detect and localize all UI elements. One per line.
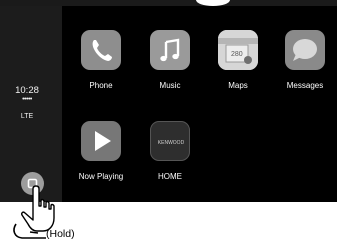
- app-label: Maps: [228, 81, 248, 90]
- maps-icon: 280: [218, 30, 258, 70]
- app-now-playing[interactable]: Now Playing: [67, 121, 135, 185]
- app-home[interactable]: KENWOOD HOME: [136, 121, 204, 185]
- app-phone[interactable]: Phone: [67, 30, 135, 94]
- now-playing-icon: [81, 121, 121, 161]
- kenwood-logo: KENWOOD: [158, 140, 185, 146]
- kenwood-home-icon: KENWOOD: [150, 121, 190, 161]
- app-label: Phone: [89, 81, 113, 90]
- app-maps[interactable]: 280 Maps: [204, 30, 272, 94]
- app-music[interactable]: Music: [136, 30, 204, 94]
- app-messages[interactable]: Messages: [271, 30, 337, 94]
- network-type: LTE: [20, 113, 34, 120]
- app-label: Music: [159, 81, 181, 90]
- svg-text:280: 280: [231, 51, 243, 58]
- app-label: Messages: [286, 81, 324, 90]
- app-label: HOME: [158, 172, 182, 181]
- status-time: 10:28: [15, 85, 39, 96]
- signal-strength-dots: •••••: [22, 96, 32, 103]
- music-icon: [150, 30, 190, 70]
- hold-annotation: (Hold): [46, 228, 75, 240]
- app-label: Now Playing: [78, 172, 124, 181]
- phone-icon: [81, 30, 121, 70]
- messages-icon: [285, 30, 325, 70]
